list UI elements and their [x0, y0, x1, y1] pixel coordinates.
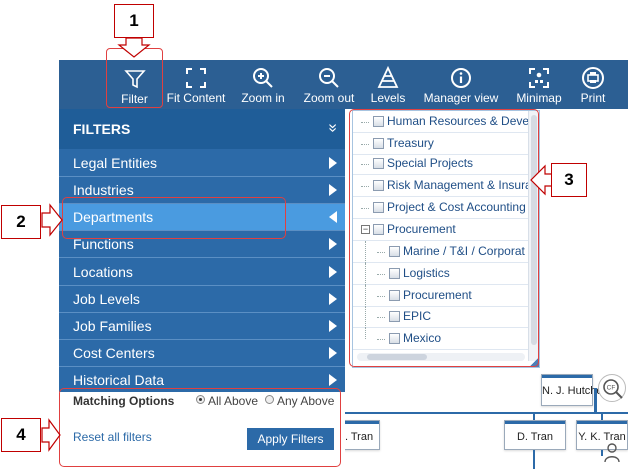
card-zoom-button[interactable]: CF	[598, 374, 626, 402]
org-card-hutche[interactable]: N. J. Hutche	[541, 374, 603, 406]
levels-button[interactable]: Levels	[365, 60, 411, 109]
org-card-name: N. J. Hutche	[542, 385, 603, 397]
chevron-right-icon	[329, 266, 337, 278]
org-connector	[594, 388, 597, 413]
zoom-badge-text: CF	[607, 385, 616, 392]
filter-item-label: Job Families	[73, 318, 152, 334]
chevron-right-icon	[329, 374, 337, 386]
manager-view-label: Manager view	[423, 91, 499, 105]
chevron-right-icon	[329, 184, 337, 196]
levels-icon	[377, 66, 399, 88]
filter-item-job-families[interactable]: Job Families	[59, 313, 345, 340]
levels-label: Levels	[370, 91, 406, 105]
chevron-right-icon	[329, 320, 337, 332]
filter-button[interactable]: Filter	[106, 48, 163, 108]
fit-content-button[interactable]: Fit Content	[163, 60, 229, 109]
callout-2: 2	[1, 205, 41, 239]
callout-4: 4	[1, 418, 41, 452]
org-card-name: D. Tran	[516, 431, 554, 443]
chevron-right-icon	[329, 238, 337, 250]
print-button[interactable]: Print	[573, 60, 613, 109]
person-icon	[604, 443, 620, 462]
chevron-right-icon	[329, 347, 337, 359]
minimap-label: Minimap	[516, 91, 562, 105]
filters-header: FILTERS »	[59, 109, 345, 149]
minimap-icon	[529, 68, 549, 88]
org-connector	[601, 450, 603, 456]
filter-icon	[123, 70, 146, 89]
zoom-out-label: Zoom out	[303, 91, 355, 105]
manager-view-icon	[451, 68, 471, 88]
filter-item-label: Cost Centers	[73, 345, 155, 361]
filters-title: FILTERS	[73, 121, 131, 137]
toolbar: Filter Fit Content Zoom in Zoom out Leve…	[59, 48, 628, 109]
highlight-departments	[62, 197, 286, 239]
filter-item-label: Locations	[73, 264, 133, 280]
org-connector	[345, 412, 628, 414]
callout-3: 3	[551, 163, 587, 197]
chevron-right-icon	[329, 293, 337, 305]
highlight-list	[349, 109, 539, 367]
filter-item-cost-centers[interactable]: Cost Centers	[59, 340, 345, 367]
filter-label: Filter	[121, 92, 148, 106]
chevron-right-icon	[329, 157, 337, 169]
zoom-out-icon	[319, 68, 339, 88]
zoom-in-icon	[253, 68, 273, 88]
org-card-bar	[339, 421, 379, 424]
print-label: Print	[580, 91, 606, 105]
highlight-options	[59, 388, 341, 467]
magnifier-icon: CF	[603, 379, 623, 399]
filter-item-label: Historical Data	[73, 372, 165, 388]
org-card-bar	[542, 375, 592, 378]
org-card-bar	[577, 421, 627, 424]
zoom-in-button[interactable]: Zoom in	[234, 60, 292, 109]
filter-item-label: Job Levels	[73, 291, 140, 307]
org-card-yk-tran[interactable]: Y. K. Tran	[576, 420, 628, 450]
zoom-out-button[interactable]: Zoom out	[297, 60, 361, 109]
filter-item-locations[interactable]: Locations	[59, 259, 345, 286]
zoom-in-label: Zoom in	[241, 91, 285, 105]
org-card-bar	[505, 421, 565, 424]
print-icon	[582, 67, 604, 89]
filter-item-job-levels[interactable]: Job Levels	[59, 286, 345, 313]
manager-view-button[interactable]: Manager view	[422, 60, 500, 109]
fit-content-icon	[186, 68, 206, 88]
filters-panel: FILTERS » Legal Entities Industries Depa…	[59, 109, 345, 394]
minimap-button[interactable]: Minimap	[511, 60, 567, 109]
fit-content-label: Fit Content	[166, 91, 226, 105]
filter-item-label: Legal Entities	[73, 155, 158, 171]
org-connector	[533, 450, 535, 469]
org-card-d-tran[interactable]: D. Tran	[504, 420, 566, 450]
filter-item-legal-entities[interactable]: Legal Entities	[59, 150, 345, 177]
collapse-icon[interactable]: »	[324, 124, 342, 133]
callout-1: 1	[114, 4, 154, 38]
org-card-name: . Tran	[344, 431, 374, 443]
chevron-left-icon	[329, 211, 337, 223]
filter-item-label: Industries	[73, 182, 134, 198]
